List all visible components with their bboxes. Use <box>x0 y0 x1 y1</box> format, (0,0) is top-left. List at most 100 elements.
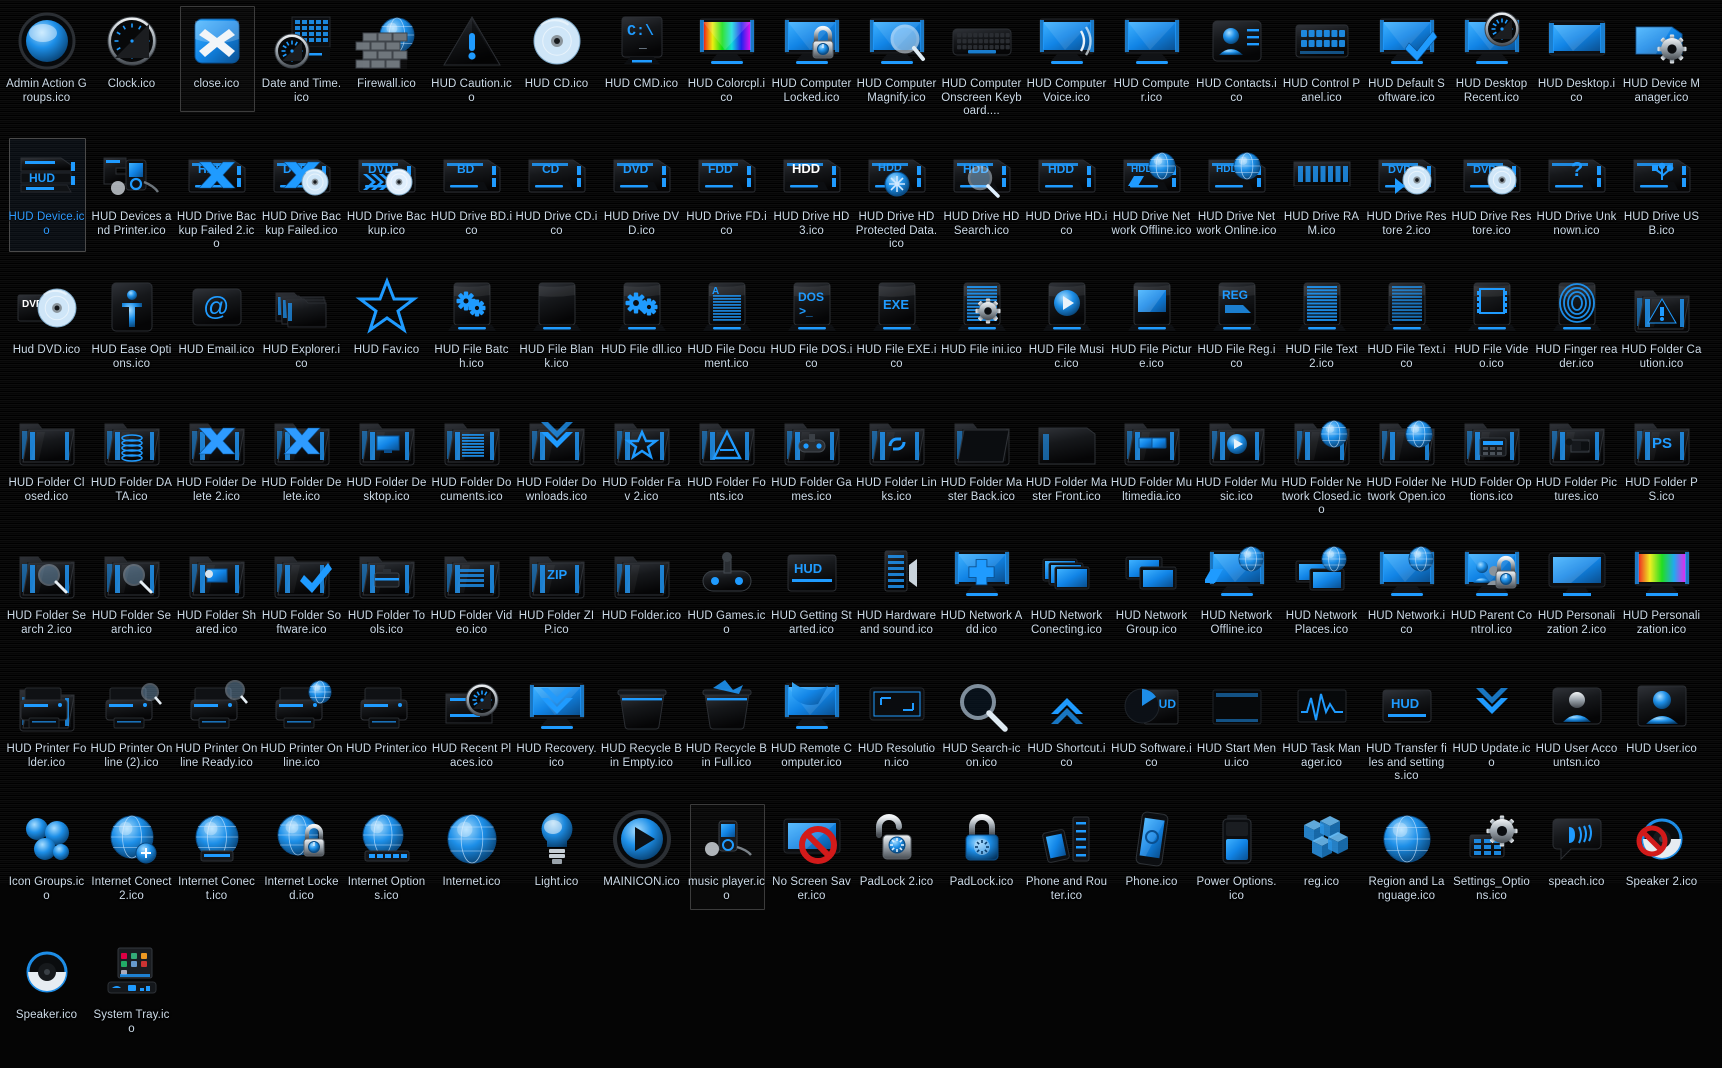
icon-item[interactable]: Speaker 2.ico <box>1619 802 1704 935</box>
icon-item[interactable]: HUD Folder Network Open.ico <box>1364 403 1449 536</box>
icon-item[interactable]: CD HUD Drive CD.ico <box>514 137 599 270</box>
icon-item[interactable]: HUD Personalization.ico <box>1619 536 1704 669</box>
ease-access-icon[interactable] <box>98 273 166 341</box>
icon-item[interactable]: HUD Folder Closed.ico <box>4 403 89 536</box>
file-picture-icon[interactable] <box>1118 273 1186 341</box>
drive-bd-icon[interactable]: BD <box>438 140 506 208</box>
icon-item[interactable]: HUD Folder Games.ico <box>769 403 854 536</box>
icon-item[interactable]: HUD Control Panel.ico <box>1279 4 1364 137</box>
folder-zip-icon[interactable]: ZIP <box>523 539 591 607</box>
file-dll-icon[interactable] <box>608 273 676 341</box>
control-panel-icon[interactable] <box>1288 7 1356 75</box>
icon-item[interactable]: HUD Device Manager.ico <box>1619 4 1704 137</box>
icon-item[interactable]: HUD Fav.ico <box>344 270 429 403</box>
icon-item[interactable]: HUD Printer.ico <box>344 669 429 802</box>
drive-hdd-x-icon[interactable]: HDD <box>183 140 251 208</box>
folder-music-icon[interactable] <box>1203 406 1271 474</box>
icon-item[interactable]: HUD Folder Multimedia.ico <box>1109 403 1194 536</box>
monitor-check-icon[interactable] <box>1373 7 1441 75</box>
icon-item[interactable]: HUD Folder Fonts.ico <box>684 403 769 536</box>
internet-locked-icon[interactable] <box>268 805 336 873</box>
drive-hdd-icon[interactable]: HDD <box>1033 140 1101 208</box>
icon-item[interactable]: HUD Contacts.ico <box>1194 4 1279 137</box>
icon-item[interactable]: HUD Folder Pictures.ico <box>1534 403 1619 536</box>
task-manager-icon[interactable] <box>1288 672 1356 740</box>
icon-item[interactable]: HUD Printer Online.ico <box>259 669 344 802</box>
transfer-icon[interactable]: HUD <box>1373 672 1441 740</box>
icon-item[interactable]: HUD CD.ico <box>514 4 599 137</box>
folder-delete2-icon[interactable] <box>183 406 251 474</box>
printer-online-icon[interactable] <box>268 672 336 740</box>
clock-icon[interactable] <box>98 7 166 75</box>
icon-item[interactable]: System Tray.ico <box>89 935 174 1068</box>
printer-ready-icon[interactable] <box>183 672 251 740</box>
folder-video-icon[interactable] <box>438 539 506 607</box>
keyboard-icon[interactable] <box>948 7 1016 75</box>
folder-options-icon[interactable] <box>1458 406 1526 474</box>
icon-item[interactable]: HDDHUD Drive Backup Failed 2.ico <box>174 137 259 270</box>
icon-item[interactable]: HUD Folder Tools.ico <box>344 536 429 669</box>
no-screensaver-icon[interactable] <box>778 805 846 873</box>
icon-item[interactable]: HUD Folder Delete 2.ico <box>174 403 259 536</box>
icon-item[interactable]: HUD Printer Online (2).ico <box>89 669 174 802</box>
folder-games-icon[interactable] <box>778 406 846 474</box>
device-gear-icon[interactable] <box>1628 7 1696 75</box>
personalization2-icon[interactable] <box>1543 539 1611 607</box>
icon-item[interactable]: HUD Personalization 2.ico <box>1534 536 1619 669</box>
monitor-clock-icon[interactable] <box>1458 7 1526 75</box>
icon-item[interactable]: HDD HUD Drive HD 3.ico <box>769 137 854 270</box>
dvd-disc-icon[interactable]: DVD <box>13 273 81 341</box>
internet-options-icon[interactable] <box>353 805 421 873</box>
drive-restore-icon[interactable]: DVD <box>1458 140 1526 208</box>
icon-item[interactable]: HUD Caution.ico <box>429 4 514 137</box>
recent-places-icon[interactable] <box>438 672 506 740</box>
hardware-sound-icon[interactable] <box>863 539 931 607</box>
icon-item[interactable]: HUD Folder Options.ico <box>1449 403 1534 536</box>
file-music-icon[interactable] <box>1033 273 1101 341</box>
folder-caution-icon[interactable] <box>1628 273 1696 341</box>
parent-control-icon[interactable] <box>1458 539 1526 607</box>
padlock-open-icon[interactable] <box>863 805 931 873</box>
folder-delete-icon[interactable] <box>268 406 336 474</box>
folder-ps-icon[interactable]: PS <box>1628 406 1696 474</box>
icon-item[interactable]: HUD File Video.ico <box>1449 270 1534 403</box>
icon-item[interactable]: HDD HUD Drive HD Protected Data.ico <box>854 137 939 270</box>
icon-item[interactable]: HUD Default Software.ico <box>1364 4 1449 137</box>
icon-item[interactable]: HUD File Text.ico <box>1364 270 1449 403</box>
folder-master-front-icon[interactable] <box>1033 406 1101 474</box>
region-globe-icon[interactable] <box>1373 805 1441 873</box>
icon-item[interactable]: HUD Printer Folder.ico <box>4 669 89 802</box>
folder-fav-icon[interactable] <box>608 406 676 474</box>
folder-shared-icon[interactable] <box>183 539 251 607</box>
internet-connect-icon[interactable] <box>183 805 251 873</box>
icon-item[interactable]: HUD Recycle Bin Empty.ico <box>599 669 684 802</box>
lightbulb-icon[interactable] <box>523 805 591 873</box>
star-icon[interactable] <box>353 273 421 341</box>
icon-item[interactable]: Internet Options.ico <box>344 802 429 935</box>
folder-pictures-icon[interactable] <box>1543 406 1611 474</box>
icon-item[interactable]: HUD Network Conecting.ico <box>1024 536 1109 669</box>
remote-computer-icon[interactable] <box>778 672 846 740</box>
monitor-magnify-icon[interactable] <box>863 7 931 75</box>
icon-item[interactable]: Firewall.ico <box>344 4 429 137</box>
music-player-icon[interactable] <box>693 805 761 873</box>
explorer-stack-icon[interactable] <box>268 273 336 341</box>
icon-item[interactable]: Region and Language.ico <box>1364 802 1449 935</box>
icon-item[interactable]: HUD Ease Options.ico <box>89 270 174 403</box>
icon-item[interactable]: Internet Locked.ico <box>259 802 344 935</box>
email-at-icon[interactable]: @ <box>183 273 251 341</box>
icon-item[interactable]: HUD HUD Transfer files and settings.ico <box>1364 669 1449 802</box>
software-disc-icon[interactable]: HUD <box>1118 672 1186 740</box>
play-orb-icon[interactable] <box>608 805 676 873</box>
icon-item[interactable]: HUD Computer.ico <box>1109 4 1194 137</box>
close-x-icon[interactable] <box>183 7 251 75</box>
icon-item[interactable]: HUD Network.ico <box>1364 536 1449 669</box>
drive-usb-icon[interactable] <box>1628 140 1696 208</box>
icon-item[interactable]: Settings_Options.ico <box>1449 802 1534 935</box>
icon-item[interactable]: HDD HUD Drive Network Offline.ico <box>1109 137 1194 270</box>
icon-item[interactable]: Admin Action Groups.ico <box>4 4 89 137</box>
icon-item[interactable]: HUD Desktop.ico <box>1534 4 1619 137</box>
icon-item[interactable]: HUD Recent Places.ico <box>429 669 514 802</box>
icon-item[interactable]: Speaker.ico <box>4 935 89 1068</box>
system-tray-icon[interactable] <box>98 938 166 1006</box>
